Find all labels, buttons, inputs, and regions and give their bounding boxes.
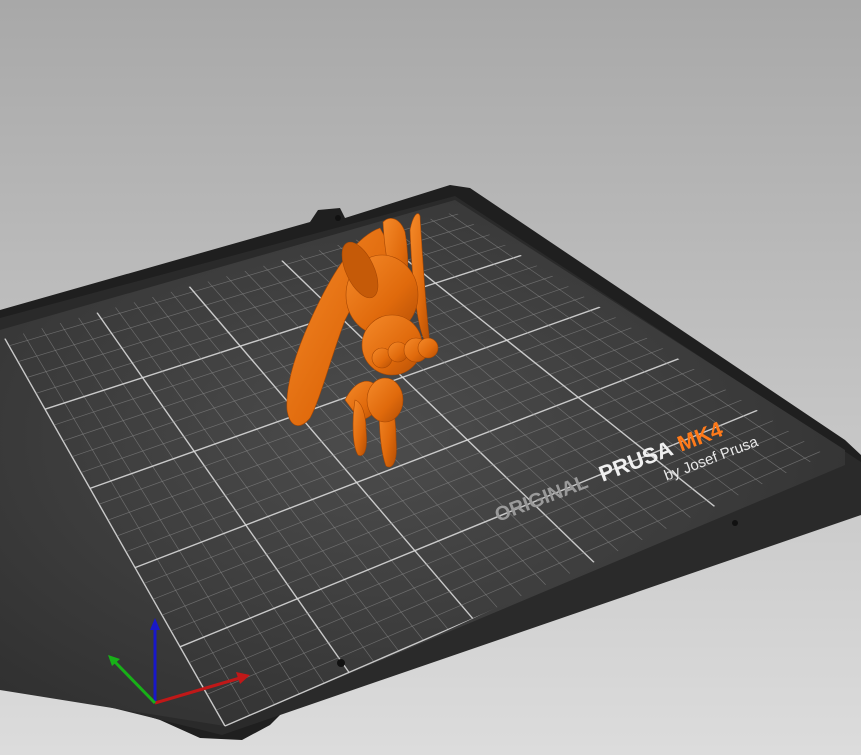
bed-hole <box>732 520 738 526</box>
scene: ORIGINAL PRUSA MK4 by Josef Prusa <box>0 0 861 755</box>
bed-hole <box>335 215 341 221</box>
model-hip <box>366 377 404 423</box>
bed-hole <box>337 659 345 667</box>
model-hand <box>417 337 439 359</box>
3d-viewport[interactable]: ORIGINAL PRUSA MK4 by Josef Prusa <box>0 0 861 755</box>
